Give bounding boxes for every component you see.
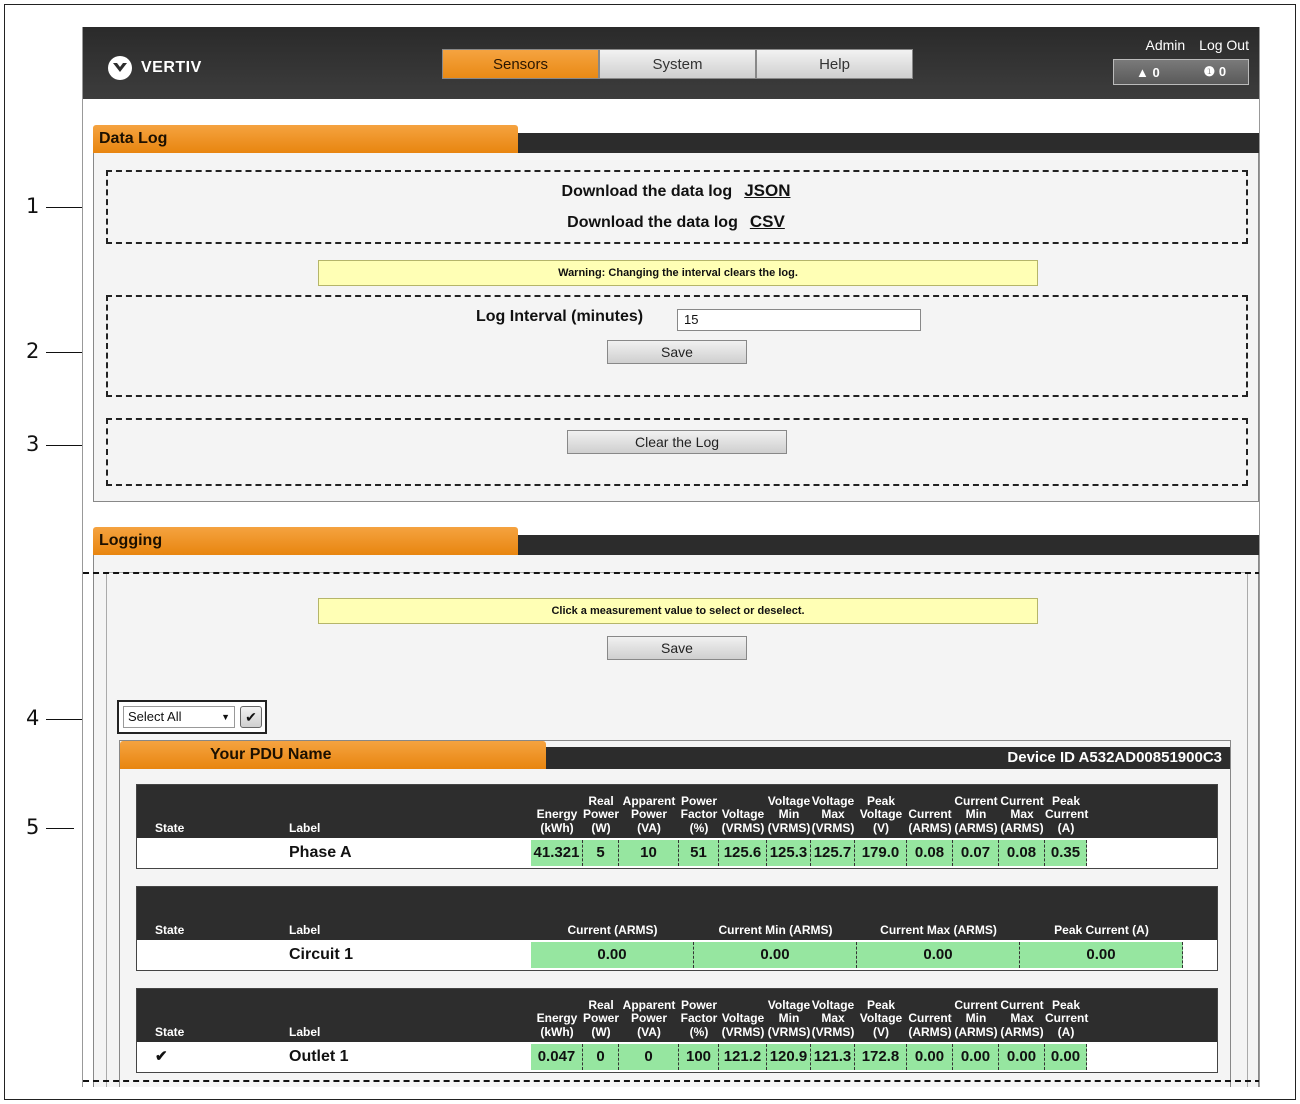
top-bar: VERTIV Sensors System Help Admin Log Out…: [83, 27, 1259, 99]
interval-input[interactable]: 15: [677, 309, 921, 331]
json-link[interactable]: JSON: [744, 181, 790, 200]
data-log-section: Data Log Download the data log JSON Downl…: [93, 125, 1259, 502]
callout-1: 1: [26, 194, 40, 218]
warning-alarm[interactable]: ▲ 0: [1136, 65, 1160, 80]
info-alarm[interactable]: ❶ 0: [1204, 64, 1227, 80]
save-interval-button[interactable]: Save: [607, 340, 747, 364]
tab-system[interactable]: System: [599, 49, 756, 79]
csv-link[interactable]: CSV: [750, 212, 785, 231]
logging-title: Logging: [93, 527, 518, 555]
user-area: Admin Log Out ▲ 0 ❶ 0: [1113, 37, 1249, 85]
info-count: 0: [1218, 64, 1227, 79]
main-nav: Sensors System Help: [442, 49, 913, 79]
callout-5: 5: [26, 815, 40, 839]
vertiv-logo: VERTIV: [107, 55, 202, 81]
warning-count: 0: [1152, 64, 1160, 80]
alarm-summary[interactable]: ▲ 0 ❶ 0: [1113, 59, 1249, 85]
download-label: Download the data log: [561, 183, 733, 200]
vertiv-logo-icon: [108, 56, 132, 80]
app-page: VERTIV Sensors System Help Admin Log Out…: [82, 27, 1260, 1087]
download-csv-row: Download the data log CSV: [94, 212, 1258, 232]
download-json-row: Download the data log JSON: [94, 181, 1258, 201]
download-label: Download the data log: [567, 214, 738, 231]
callout-3: 3: [26, 432, 40, 456]
callout-4: 4: [26, 706, 40, 730]
brand-text: VERTIV: [141, 59, 202, 76]
logout-link[interactable]: Log Out: [1199, 37, 1249, 53]
callout-2: 2: [26, 339, 40, 363]
info-icon: ❶: [1203, 64, 1216, 79]
logging-region: [83, 572, 1259, 1082]
clear-log-button[interactable]: Clear the Log: [567, 430, 787, 454]
interval-warning: Warning: Changing the interval clears th…: [318, 260, 1038, 286]
data-log-title: Data Log: [93, 125, 518, 153]
interval-label: Log Interval (minutes): [476, 308, 644, 325]
tab-sensors[interactable]: Sensors: [442, 49, 599, 79]
admin-link[interactable]: Admin: [1145, 37, 1185, 53]
tab-help[interactable]: Help: [756, 49, 913, 79]
warning-icon: ▲: [1135, 64, 1149, 80]
